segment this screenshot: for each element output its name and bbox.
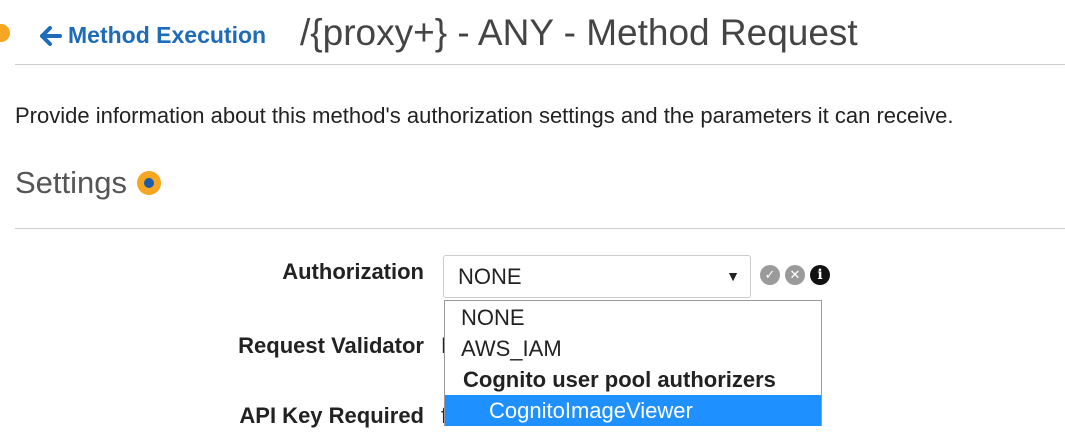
page-title: /{proxy+} - ANY - Method Request <box>300 12 858 53</box>
dropdown-option-cognito-image-viewer[interactable]: CognitoImageViewer <box>445 395 821 426</box>
method-request-page: Method Execution /{proxy+} - ANY - Metho… <box>0 0 1065 448</box>
authorization-select[interactable]: NONE ▼ <box>443 255 751 298</box>
page-description: Provide information about this method's … <box>15 103 954 128</box>
authorization-label: Authorization <box>282 259 424 284</box>
caret-down-icon: ▼ <box>726 268 740 284</box>
request-validator-label: Request Validator <box>238 333 424 358</box>
settings-status-icon <box>137 171 162 195</box>
api-key-required-label: API Key Required <box>239 403 424 428</box>
x-circle-icon[interactable]: ✕ <box>785 265 805 285</box>
check-circle-icon[interactable]: ✓ <box>760 265 780 285</box>
settings-title-text: Settings <box>15 165 128 200</box>
authorization-select-value: NONE <box>458 264 522 289</box>
status-dot-icon <box>0 24 10 42</box>
authorization-actions: ✓ ✕ i <box>760 265 830 285</box>
dropdown-option-aws-iam[interactable]: AWS_IAM <box>445 333 821 364</box>
authorization-dropdown-list: NONE AWS_IAM Cognito user pool authorize… <box>444 300 822 426</box>
info-circle-icon[interactable]: i <box>810 265 830 285</box>
dropdown-group-cognito: Cognito user pool authorizers <box>463 367 776 392</box>
back-to-method-execution-link[interactable]: Method Execution <box>40 22 266 49</box>
arrow-left-icon <box>40 25 62 46</box>
back-link-label: Method Execution <box>68 22 267 48</box>
section-divider <box>15 228 1065 229</box>
dropdown-option-none[interactable]: NONE <box>445 302 821 333</box>
settings-section-title: Settings <box>15 165 162 201</box>
header-divider <box>15 64 1065 65</box>
